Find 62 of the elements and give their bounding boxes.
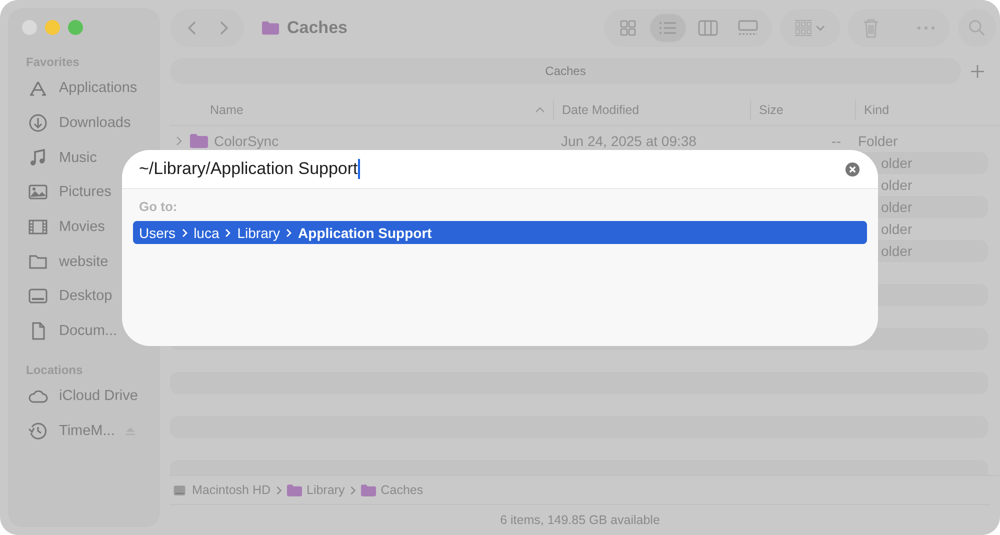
path-segment-label: Library	[237, 224, 280, 240]
chevron-icon	[276, 486, 282, 494]
path-input-field[interactable]: ~/Library/Application Support	[122, 150, 878, 189]
search-icon[interactable]	[968, 18, 986, 38]
file-name: ColorSync	[214, 133, 279, 149]
sidebar-item[interactable]: Applications	[8, 71, 160, 106]
folder-icon	[360, 484, 376, 496]
path-item[interactable]: Library	[306, 483, 345, 497]
window-title: Caches	[287, 18, 348, 38]
sidebar-item[interactable]: Docum...	[8, 314, 160, 348]
list-icon	[657, 19, 679, 37]
list-view-button[interactable]	[650, 14, 686, 42]
gallery-icon	[737, 19, 759, 37]
column-header[interactable]: Date Modified	[553, 100, 750, 120]
chevron-icon	[182, 228, 188, 238]
clear-icon[interactable]	[845, 162, 860, 176]
path-item[interactable]: Caches	[380, 483, 424, 497]
columns-icon	[697, 19, 719, 37]
more-icon[interactable]	[916, 25, 936, 31]
tab[interactable]: Caches	[170, 58, 961, 84]
film-icon	[28, 217, 48, 238]
music-note-icon	[28, 148, 48, 168]
path-segment-label: luca	[194, 224, 220, 240]
kind-cell: Folder	[858, 133, 898, 149]
desktop-icon	[28, 286, 48, 306]
back-icon[interactable]	[186, 20, 198, 36]
section-label: Go to:	[138, 199, 178, 216]
chevron-icon	[225, 228, 232, 238]
column-header[interactable]: Kind	[855, 100, 1000, 120]
status-text: 6 items, 149.85 GB available	[170, 504, 990, 535]
sidebar-item[interactable]: website	[8, 244, 160, 280]
picture-icon	[28, 182, 48, 202]
folder-icon	[286, 484, 302, 496]
suggestion-item[interactable]: Users luca Library Application Support	[133, 221, 867, 244]
path-segment-label: Application Support	[298, 224, 432, 240]
chevron-icon	[286, 228, 292, 238]
group-by-icon[interactable]	[794, 19, 826, 37]
clock-icon	[28, 420, 48, 441]
sidebar-item[interactable]: iCloud Drive	[8, 378, 160, 414]
sidebar-item[interactable]: TimeM...	[8, 413, 160, 448]
size-cell: --	[832, 133, 841, 149]
path-item[interactable]: Macintosh HD	[192, 483, 270, 497]
trash-icon[interactable]	[862, 18, 880, 38]
kind-cell: older	[881, 177, 912, 193]
folder-icon	[190, 134, 208, 148]
download-icon	[28, 113, 48, 134]
forward-icon[interactable]	[218, 20, 230, 36]
chevron-icon	[350, 486, 356, 494]
column-header[interactable]: Name	[170, 100, 553, 120]
minimize-window-button[interactable]	[45, 20, 60, 35]
folder-icon	[262, 21, 279, 35]
path-segment-label: Users	[139, 224, 176, 240]
add-tab-icon[interactable]	[971, 64, 984, 78]
disclosure-icon[interactable]	[176, 136, 182, 146]
text-caret	[358, 159, 360, 179]
zoom-window-button[interactable]	[68, 20, 83, 35]
date-cell: Jun 24, 2025 at 09:38	[561, 133, 696, 149]
sidebar-item[interactable]: Downloads	[8, 106, 160, 140]
kind-cell: older	[881, 221, 912, 237]
hard-drive-icon	[172, 484, 187, 496]
column-header[interactable]: Size	[750, 100, 855, 120]
sidebar-item[interactable]: Desktop	[8, 279, 160, 314]
